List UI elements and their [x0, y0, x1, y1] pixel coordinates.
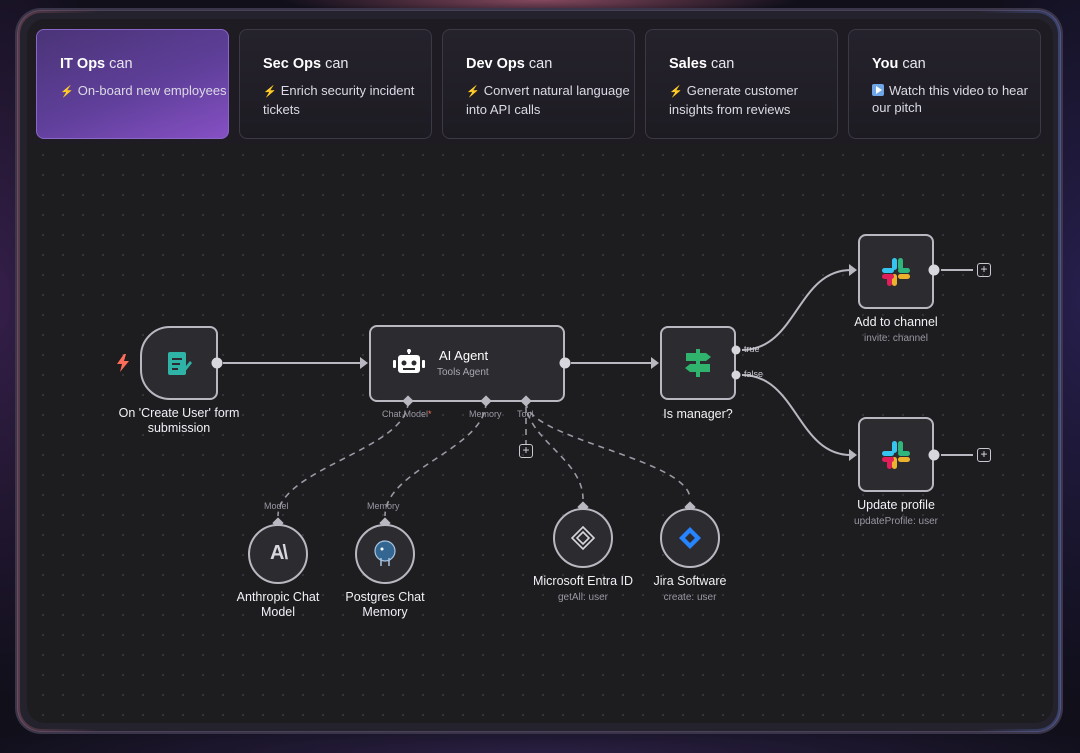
required-asterisk: *	[428, 409, 432, 419]
false-label: false	[744, 369, 764, 379]
entra-label: Microsoft Entra ID	[532, 574, 634, 588]
chat-model-port-label: Chat Model*	[382, 409, 432, 419]
anthropic-icon: A\	[270, 542, 288, 564]
true-output-port[interactable]	[731, 345, 741, 355]
agent-output-port[interactable]	[559, 357, 571, 369]
wire-memory	[384, 401, 487, 517]
agent-subtitle: Tools Agent	[437, 367, 489, 378]
postgres-label-line2: Memory	[362, 605, 408, 619]
agent-title: AI Agent	[439, 348, 489, 363]
is-manager-label: Is manager?	[663, 407, 733, 421]
add-tool-button[interactable]: +	[519, 444, 533, 458]
arrow-profile-in	[849, 449, 857, 461]
tool-port-label: Tool	[517, 409, 534, 419]
update-profile-sublabel: updateProfile: user	[854, 516, 938, 527]
arrow-agent-in	[360, 357, 368, 369]
anthropic-label: Anthropic Chat Model	[237, 590, 320, 620]
robot-icon	[393, 349, 425, 373]
trigger-node[interactable]	[140, 326, 218, 400]
anthropic-label-line2: Model	[260, 605, 296, 619]
anthropic-port-label: Model	[264, 501, 289, 511]
trigger-bolt-icon	[117, 354, 129, 372]
postgres-label: Postgres Chat Memory	[345, 590, 424, 620]
workflow-canvas[interactable]: IT Ops can ⚡ On-board new employees Sec O…	[27, 19, 1053, 723]
false-output-port[interactable]	[731, 370, 741, 380]
postgres-label-line1: Postgres Chat	[345, 590, 425, 604]
add-to-channel-label: Add to channel	[854, 315, 938, 329]
jira-label: Jira Software	[653, 574, 727, 588]
chat-model-text: Chat Model	[382, 409, 429, 419]
add-to-channel-sublabel: invite: channel	[864, 333, 928, 344]
is-manager-node[interactable]	[660, 326, 736, 400]
true-label: true	[744, 344, 760, 354]
anthropic-chat-model-node[interactable]: A\	[248, 524, 308, 584]
entra-icon	[570, 525, 596, 551]
add-node-after-profile-button[interactable]: +	[977, 448, 991, 462]
jira-icon	[679, 527, 701, 549]
form-icon	[168, 352, 192, 375]
postgres-port-label: Memory	[367, 501, 400, 511]
arrow-channel-in	[849, 264, 857, 276]
ai-agent-node[interactable]: AI Agent Tools Agent	[369, 325, 565, 402]
add-node-after-channel-button[interactable]: +	[977, 263, 991, 277]
channel-output-port[interactable]	[928, 264, 940, 276]
signpost-icon	[685, 349, 711, 377]
trigger-output-port[interactable]	[211, 357, 223, 369]
add-to-channel-node[interactable]	[858, 234, 934, 309]
update-profile-label: Update profile	[857, 498, 935, 512]
wire-false-profile	[741, 374, 852, 456]
jira-software-node[interactable]	[660, 508, 720, 568]
wire-tool-entra	[525, 401, 584, 500]
jira-sublabel: create: user	[663, 592, 717, 603]
postgres-chat-memory-node[interactable]	[355, 524, 415, 584]
trigger-label: On 'Create User' form submission	[118, 406, 240, 435]
microsoft-entra-node[interactable]	[553, 508, 613, 568]
update-profile-node[interactable]	[858, 417, 934, 492]
anthropic-label-line1: Anthropic Chat	[236, 590, 320, 604]
memory-port-label: Memory	[469, 409, 502, 419]
slack-icon	[882, 258, 910, 286]
entra-sublabel: getAll: user	[557, 592, 609, 603]
postgres-icon	[374, 540, 396, 566]
wire-true-channel	[741, 269, 852, 351]
profile-output-port[interactable]	[928, 449, 940, 461]
slack-icon	[882, 441, 910, 469]
arrow-switch-in	[651, 357, 659, 369]
wire-chat-model	[277, 401, 409, 517]
